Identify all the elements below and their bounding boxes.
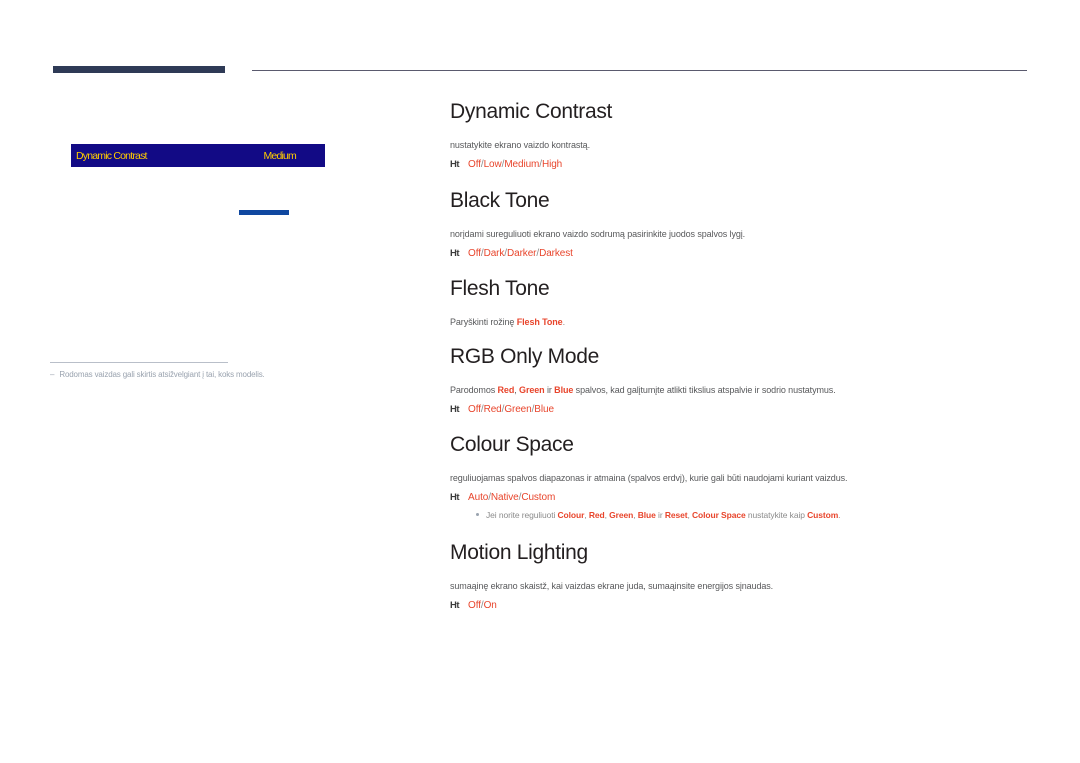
option-values-motion-lighting: Off/On [468,600,497,611]
option-row-rgb-only-mode: Ht Off/Red/Green/Blue [450,404,1030,415]
option-marker-icon: Ht [450,492,460,503]
option-row-colour-space: Ht Auto/Native/Custom [450,492,1030,503]
option-item[interactable]: Medium [504,159,539,170]
section-dynamic-contrast: Dynamic Contrast nustatykite ekrano vaiz… [450,99,1030,170]
desc-term-blue: Blue [554,385,574,395]
sub-note-colour-space: Jei norite reguliuoti Colour, Red, Green… [476,509,1030,521]
desc-part: spalvos, kad galįtumįte atlikti tikslius… [573,385,836,395]
desc-part: ir [544,385,555,395]
option-item[interactable]: Auto [468,492,488,503]
osd-menu-value: Medium [263,149,296,162]
page-title-motion-lighting: Motion Lighting [450,541,588,564]
sub-part: . [838,510,841,520]
section-black-tone: Black Tone norįdami sureguliuoti ekrano … [450,188,1030,259]
description-highlight-term: Flesh Tone [516,317,563,327]
page-title-flesh-tone: Flesh Tone [450,277,550,300]
osd-selection-accent-bar [239,210,289,215]
description-prefix: Paryškinti rožinę [450,317,517,327]
option-item[interactable]: Dark [484,248,505,259]
bullet-icon [476,513,479,516]
option-item[interactable]: Off [468,248,481,259]
sub-term-green: Green [609,510,634,520]
option-row-motion-lighting: Ht Off/On [450,600,1030,611]
desc-term-red: Red [497,385,515,395]
sub-term-colour-space: Colour Space [692,510,746,520]
option-item[interactable]: Green [504,404,531,415]
description-rgb-only-mode: Parodomos Red, Green ir Blue spalvos, ka… [450,384,1030,397]
option-item[interactable]: High [542,159,562,170]
sub-term-colour: Colour [557,510,585,520]
section-flesh-tone: Flesh Tone Paryškinti rožinę Flesh Tone. [450,276,1030,329]
sub-term-red: Red [588,510,605,520]
sub-note-text: Jei norite reguliuoti Colour, Red, Green… [486,509,841,521]
option-item[interactable]: Red [484,404,502,415]
sub-term-blue: Blue [637,510,656,520]
option-marker-icon: Ht [450,248,460,259]
option-values-colour-space: Auto/Native/Custom [468,492,555,503]
osd-menu-label: Dynamic Contrast [76,149,147,162]
option-item[interactable]: Blue [534,404,554,415]
description-flesh-tone: Paryškinti rožinę Flesh Tone. [450,316,1030,329]
osd-menu-row-dynamic-contrast[interactable]: Dynamic Contrast Medium [71,144,325,167]
option-item[interactable]: Low [484,159,502,170]
header-divider-rule [252,70,1027,71]
option-marker-icon: Ht [450,404,460,415]
page-title-rgb-only-mode: RGB Only Mode [450,345,599,368]
option-item[interactable]: Off [468,600,481,611]
section-motion-lighting: Motion Lighting sumaąinę ekrano skaistž,… [450,540,1030,611]
sub-part: Jei norite reguliuoti [486,510,558,520]
option-item[interactable]: On [484,600,497,611]
description-motion-lighting: sumaąinę ekrano skaistž, kai vaizdas ekr… [450,581,774,591]
option-item[interactable]: Off [468,404,481,415]
footnote-dash-icon: ‒ [50,370,55,379]
desc-part: Parodomos [450,385,498,395]
option-values-dynamic-contrast: Off/Low/Medium/High [468,159,562,170]
header-accent-bar [53,66,225,73]
option-item[interactable]: Custom [521,492,555,503]
option-row-dynamic-contrast: Ht Off/Low/Medium/High [450,159,1030,170]
sub-term-reset: Reset [664,510,688,520]
page-title-colour-space: Colour Space [450,433,574,456]
option-marker-icon: Ht [450,159,460,170]
description-black-tone: norįdami sureguliuoti ekrano vaizdo sodr… [450,229,746,239]
description-dynamic-contrast: nustatykite ekrano vaizdo kontrastą. [450,140,590,150]
option-row-black-tone: Ht Off/Dark/Darker/Darkest [450,248,1030,259]
page-title-black-tone: Black Tone [450,189,550,212]
sub-term-custom: Custom [807,510,839,520]
section-colour-space: Colour Space reguliuojamas spalvos diapa… [450,432,1030,521]
footnote-note: ‒ Rodomas vaizdas gali skirtis atsižvelg… [50,369,380,381]
option-item[interactable]: Darkest [539,248,573,259]
section-rgb-only-mode: RGB Only Mode Parodomos Red, Green ir Bl… [450,344,1030,415]
option-item[interactable]: Off [468,159,481,170]
option-values-black-tone: Off/Dark/Darker/Darkest [468,248,573,259]
footnote-text: Rodomas vaizdas gali skirtis atsižvelgia… [59,370,265,379]
footnote-divider [50,362,228,363]
description-colour-space: reguliuojamas spalvos diapazonas ir atma… [450,473,848,483]
option-marker-icon: Ht [450,600,460,611]
page-title-dynamic-contrast: Dynamic Contrast [450,100,613,123]
option-item[interactable]: Darker [507,248,537,259]
description-suffix: . [562,317,566,327]
sub-part: nustatykite kaip [745,510,808,520]
option-item[interactable]: Native [491,492,519,503]
desc-term-green: Green [519,385,545,395]
option-values-rgb-only-mode: Off/Red/Green/Blue [468,404,554,415]
sub-part: ir [655,510,665,520]
